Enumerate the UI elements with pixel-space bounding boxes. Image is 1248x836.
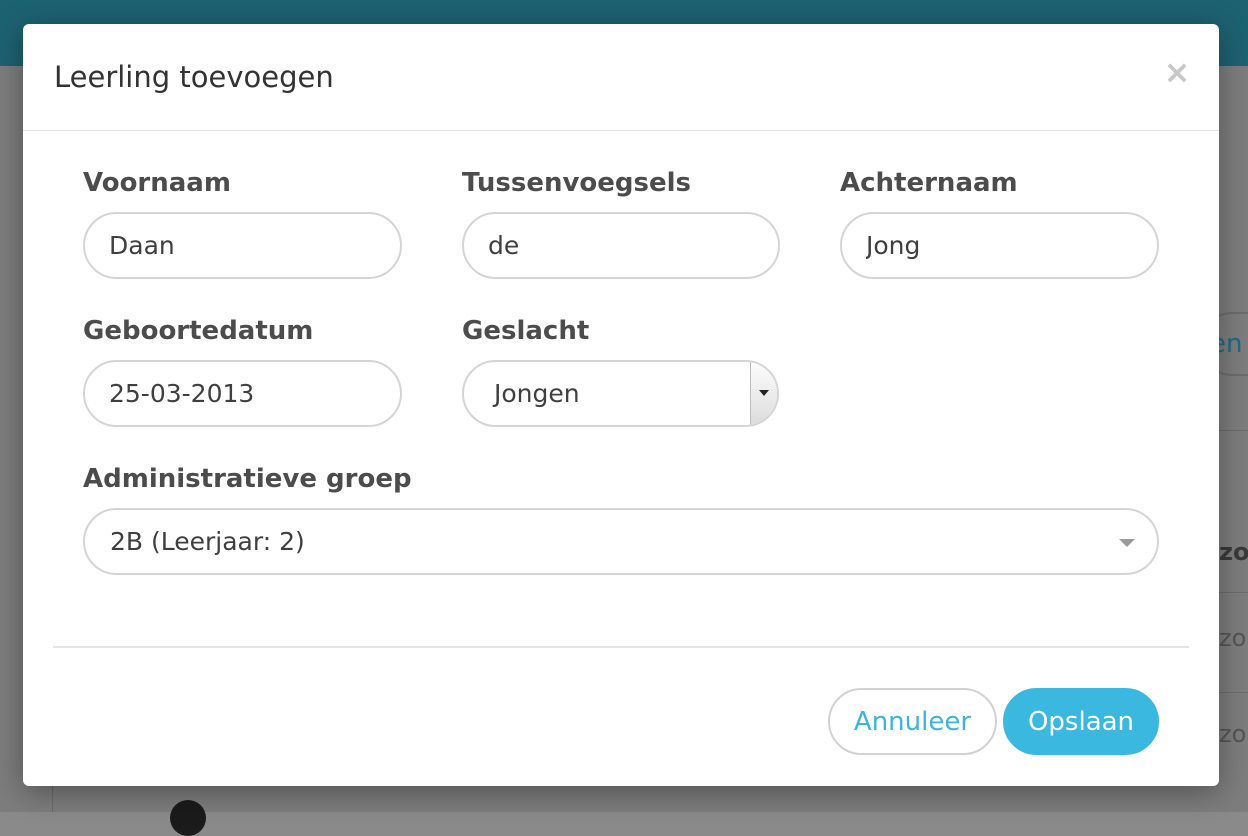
chevron-down-icon[interactable] [750, 362, 777, 425]
app-table-cell: zor [1219, 624, 1248, 652]
avatar [170, 800, 206, 836]
app-table-cell: zor [1219, 720, 1248, 748]
dialog-title: Leerling toevoegen [54, 60, 334, 94]
last-name-input[interactable] [840, 212, 1159, 279]
app-table-cell: zor [1219, 538, 1248, 566]
gender-select-value: Jongen [494, 379, 580, 408]
save-button[interactable]: Opslaan [1003, 688, 1159, 755]
app-table-divider [1219, 692, 1248, 693]
last-name-label: Achternaam [840, 168, 1018, 198]
birthdate-label: Geboortedatum [83, 316, 314, 346]
infix-input[interactable] [462, 212, 780, 279]
footer-divider [53, 646, 1189, 648]
group-label: Administratieve groep [83, 464, 412, 494]
add-student-dialog: Leerling toevoegen × Voornaam Tussenvoeg… [23, 24, 1219, 786]
birthdate-input[interactable] [83, 360, 402, 427]
close-icon[interactable]: × [1161, 54, 1193, 90]
app-table-divider [1219, 430, 1248, 431]
cancel-button[interactable]: Annuleer [828, 688, 997, 755]
group-select[interactable]: 2B (Leerjaar: 2) [83, 508, 1159, 575]
infix-label: Tussenvoegsels [462, 168, 692, 198]
gender-label: Geslacht [462, 316, 590, 346]
app-table-divider [1219, 592, 1248, 593]
first-name-input[interactable] [83, 212, 402, 279]
dialog-header: Leerling toevoegen × [23, 24, 1219, 131]
group-select-value: 2B (Leerjaar: 2) [110, 527, 305, 556]
chevron-down-icon [1119, 539, 1135, 547]
first-name-label: Voornaam [83, 168, 231, 198]
gender-select[interactable]: Jongen [462, 360, 779, 427]
